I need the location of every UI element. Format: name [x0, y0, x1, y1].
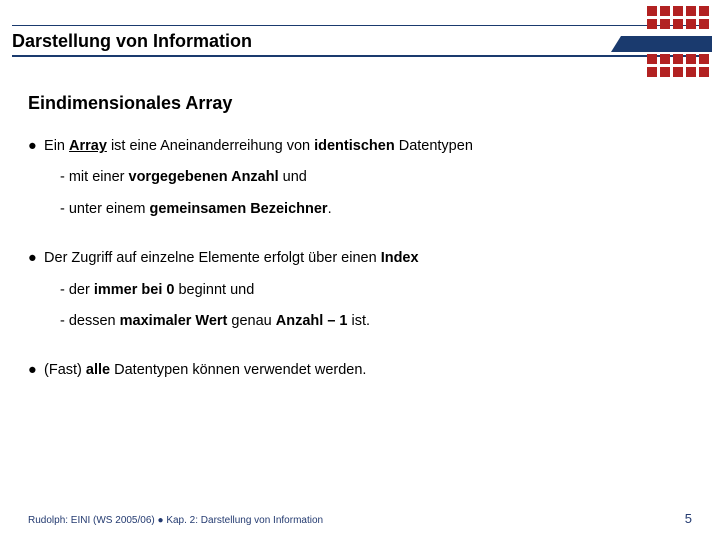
text: ist.	[348, 313, 371, 329]
text-vorgegebenen: vorgegebenen Anzahl	[129, 169, 279, 185]
text: - der	[60, 282, 94, 298]
text: und	[279, 169, 307, 185]
bullet-glyph: ●	[28, 362, 40, 379]
text-maximaler: maximaler Wert	[120, 313, 228, 329]
text-array: Array	[69, 138, 107, 154]
title-rule-top	[12, 25, 708, 26]
text: - dessen	[60, 313, 120, 329]
text-alle: alle	[86, 362, 110, 378]
text: - unter einem	[60, 201, 149, 217]
text-immer: immer bei 0	[94, 282, 175, 298]
text-anzahl: Anzahl – 1	[276, 313, 348, 329]
bullet-2a: - der immer bei 0 beginnt und	[60, 282, 692, 299]
text-index: Index	[381, 250, 419, 266]
spacer	[28, 344, 692, 362]
text-gemeinsamen: gemeinsamen Bezeichner	[149, 201, 327, 217]
title-rule-bottom	[12, 55, 708, 57]
footer: Rudolph: EINI (WS 2005/06) ● Kap. 2: Dar…	[28, 511, 692, 526]
logo	[627, 6, 712, 61]
logo-grid-top	[647, 6, 709, 29]
logo-bar	[621, 36, 712, 52]
text: Der Zugriff auf einzelne Elemente erfolg…	[44, 250, 381, 266]
text: Datentypen können verwendet werden.	[110, 362, 366, 378]
text: beginnt und	[174, 282, 254, 298]
slide-title: Darstellung von Information	[12, 31, 252, 52]
page-number: 5	[685, 511, 692, 526]
bullet-2b: - dessen maximaler Wert genau Anzahl – 1…	[60, 313, 692, 330]
text: .	[328, 201, 332, 217]
footer-text: Rudolph: EINI (WS 2005/06) ● Kap. 2: Dar…	[28, 515, 323, 526]
text-identischen: identischen	[314, 138, 395, 154]
slide: Darstellung von Information Eindimension…	[0, 0, 720, 540]
text: (Fast)	[44, 362, 86, 378]
slide-subtitle: Eindimensionales Array	[28, 93, 232, 114]
bullet-glyph: ●	[28, 250, 40, 267]
bullet-1: ● Ein Array ist eine Aneinanderreihung v…	[28, 138, 692, 155]
text: genau	[227, 313, 275, 329]
bullet-1a: - mit einer vorgegebenen Anzahl und	[60, 169, 692, 186]
text: Ein	[44, 138, 69, 154]
logo-bar-notch	[611, 36, 621, 52]
bullet-glyph: ●	[28, 138, 40, 155]
logo-grid-bottom	[647, 54, 709, 77]
bullet-2: ● Der Zugriff auf einzelne Elemente erfo…	[28, 250, 692, 267]
bullet-1b: - unter einem gemeinsamen Bezeichner.	[60, 201, 692, 218]
text: ist eine Aneinanderreihung von	[107, 138, 314, 154]
text: - mit einer	[60, 169, 129, 185]
spacer	[28, 232, 692, 250]
text: Datentypen	[395, 138, 473, 154]
content: ● Ein Array ist eine Aneinanderreihung v…	[28, 138, 692, 394]
bullet-3: ● (Fast) alle Datentypen können verwende…	[28, 362, 692, 379]
